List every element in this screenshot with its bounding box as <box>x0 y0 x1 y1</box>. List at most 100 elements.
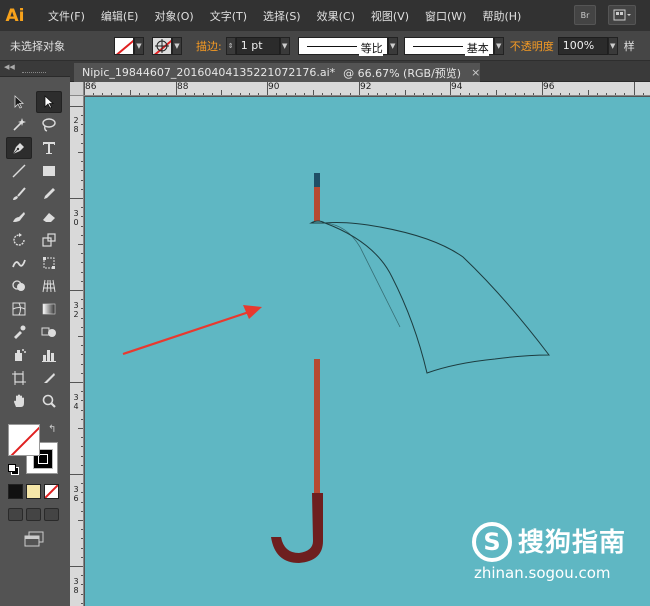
none-mode-button[interactable] <box>44 484 59 499</box>
stroke-weight-input[interactable]: 1 pt <box>235 36 280 55</box>
umbrella-hook[interactable] <box>271 493 323 563</box>
pen-tool[interactable] <box>6 137 32 159</box>
ruler-label: 92 <box>360 82 372 92</box>
eyedropper-icon <box>14 325 26 339</box>
opacity-label[interactable]: 不透明度 <box>510 38 554 54</box>
draw-inside-button[interactable] <box>44 508 59 521</box>
warp-tool[interactable] <box>6 252 32 274</box>
stroke-weight-stepper[interactable]: ⇕ <box>225 36 236 55</box>
artboard-tool[interactable] <box>6 367 32 389</box>
ruler-tick <box>93 93 95 95</box>
umbrella-canopy-path[interactable] <box>309 220 551 374</box>
eraser-tool[interactable] <box>36 206 62 228</box>
menu-window[interactable]: 窗口(W) <box>417 8 474 24</box>
drag-grip[interactable] <box>22 72 46 74</box>
pencil-tool[interactable] <box>36 183 62 205</box>
tools-panel: ↰ <box>0 77 70 606</box>
blend-tool[interactable] <box>36 321 62 343</box>
line-tool[interactable] <box>6 160 32 182</box>
selection-tool[interactable] <box>6 91 32 113</box>
draw-normal-button[interactable] <box>8 508 23 521</box>
ruler-tick <box>81 188 83 190</box>
perspective-grid-tool[interactable] <box>36 275 62 297</box>
toolbar-header[interactable]: ◀◀ <box>0 61 70 77</box>
zoom-tool[interactable] <box>36 390 62 412</box>
ruler-label: 3 8 <box>73 577 79 595</box>
magic-wand-tool[interactable] <box>6 114 32 136</box>
ruler-tick <box>294 93 296 95</box>
column-graph-tool[interactable] <box>36 344 62 366</box>
ruler-tick <box>450 82 452 95</box>
direct-selection-tool[interactable] <box>36 91 62 113</box>
menu-type[interactable]: 文字(T) <box>202 8 255 24</box>
stroke-color-dropdown[interactable]: ▼ <box>134 36 144 55</box>
default-fill-stroke-icon[interactable] <box>8 464 19 475</box>
rectangle-tool[interactable] <box>36 160 62 182</box>
profile-dropdown[interactable]: ▼ <box>387 36 398 55</box>
document-tab[interactable]: Nipic_19844607_20160404135221072176.ai* … <box>74 63 480 82</box>
ruler-tick <box>81 271 83 273</box>
scale-icon <box>42 233 56 247</box>
gradient-tool[interactable] <box>36 298 62 320</box>
shape-builder-icon <box>12 280 25 291</box>
ruler-label: 86 <box>85 82 97 92</box>
ruler-tick <box>560 93 562 95</box>
none-icon <box>45 485 58 498</box>
stroke-color-swatch[interactable] <box>114 36 134 55</box>
ruler-origin[interactable] <box>70 82 84 96</box>
type-tool[interactable] <box>36 137 62 159</box>
shape-builder-tool[interactable] <box>6 275 32 297</box>
collapse-icon[interactable]: ◀◀ <box>4 63 15 71</box>
paintbrush-tool[interactable] <box>6 183 32 205</box>
eyedropper-tool[interactable] <box>6 321 32 343</box>
fill-target-swatch[interactable] <box>152 36 172 55</box>
perspective-grid-icon <box>42 279 56 293</box>
ruler-label: 3 2 <box>73 301 79 319</box>
umbrella-shaft[interactable] <box>314 359 320 497</box>
ruler-tick <box>468 93 470 95</box>
variable-width-profile[interactable]: 等比 <box>297 36 388 56</box>
ruler-tick <box>496 90 498 95</box>
swap-fill-stroke-icon[interactable]: ↰ <box>48 424 56 435</box>
mesh-tool[interactable] <box>6 298 32 320</box>
menu-file[interactable]: 文件(F) <box>40 8 93 24</box>
horizontal-ruler[interactable]: 86 88 90 92 94 96 <box>84 82 650 96</box>
menu-select[interactable]: 选择(S) <box>255 8 309 24</box>
slice-tool[interactable] <box>36 367 62 389</box>
ruler-tick <box>70 566 83 567</box>
menu-edit[interactable]: 编辑(E) <box>93 8 147 24</box>
scale-tool[interactable] <box>36 229 62 251</box>
opacity-input[interactable]: 100% <box>557 36 608 55</box>
gradient-mode-button[interactable] <box>26 484 41 499</box>
stroke-label[interactable]: 描边: <box>196 38 222 54</box>
draw-behind-button[interactable] <box>26 508 41 521</box>
symbol-sprayer-tool[interactable] <box>6 344 32 366</box>
bridge-button[interactable]: Br <box>574 5 596 25</box>
mesh-icon <box>12 302 26 316</box>
screen-mode-button[interactable] <box>22 531 46 547</box>
rotate-tool[interactable] <box>6 229 32 251</box>
menu-view[interactable]: 视图(V) <box>363 8 417 24</box>
ruler-tick <box>70 198 83 199</box>
ruler-tick <box>569 93 571 95</box>
ruler-tick <box>81 133 83 135</box>
free-transform-tool[interactable] <box>36 252 62 274</box>
opacity-dropdown[interactable]: ▼ <box>607 36 618 55</box>
stroke-weight-dropdown[interactable]: ▼ <box>279 36 290 55</box>
menu-object[interactable]: 对象(O) <box>146 8 201 24</box>
lasso-tool[interactable] <box>36 114 62 136</box>
brush-dropdown[interactable]: ▼ <box>493 36 504 55</box>
menu-effect[interactable]: 效果(C) <box>309 8 363 24</box>
fill-color-box[interactable] <box>8 424 40 456</box>
ruler-tick <box>81 308 83 310</box>
color-mode-button[interactable] <box>8 484 23 499</box>
brush-definition[interactable]: 基本 <box>403 36 494 56</box>
hand-tool[interactable] <box>6 390 32 412</box>
close-tab-icon[interactable]: × <box>471 66 480 79</box>
menu-help[interactable]: 帮助(H) <box>474 8 529 24</box>
arrange-documents-button[interactable] <box>608 5 636 25</box>
vertical-ruler[interactable]: 2 8 3 0 3 2 3 4 3 6 3 8 <box>70 96 84 606</box>
fill-target-dropdown[interactable]: ▼ <box>172 36 182 55</box>
blob-brush-tool[interactable] <box>6 206 32 228</box>
style-label[interactable]: 样 <box>624 38 635 54</box>
